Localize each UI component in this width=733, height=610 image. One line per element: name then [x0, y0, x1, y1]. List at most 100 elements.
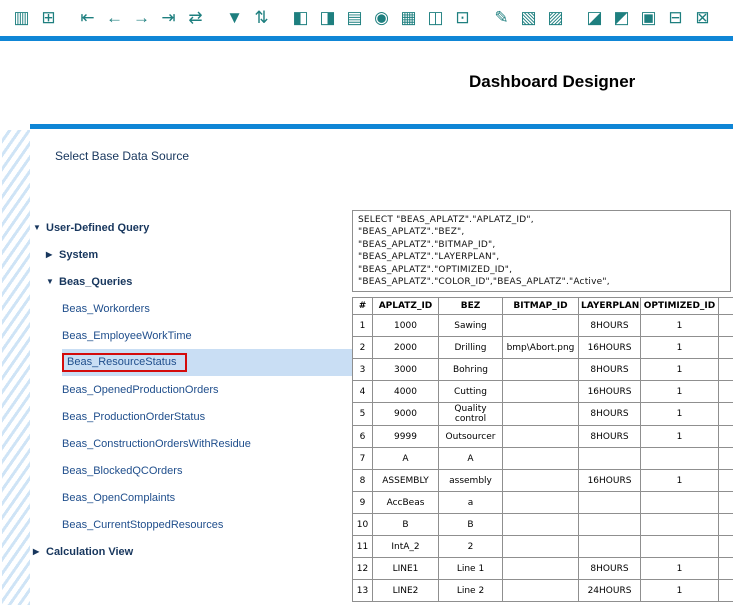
filter-icon[interactable]: ▼: [221, 5, 248, 32]
chevron-right-icon[interactable]: ▶: [33, 547, 46, 556]
first-record-icon[interactable]: ⇤: [74, 5, 101, 32]
tree-item-user-defined-query[interactable]: ▼User-Defined Query: [30, 214, 352, 241]
table-cell: 1: [641, 403, 719, 426]
tree-item-band: Beas_EmployeeWorkTime: [62, 322, 352, 349]
document-history-icon[interactable]: ◪: [581, 5, 608, 32]
table-cell: 8HOURS: [579, 403, 641, 426]
document-contact-icon[interactable]: ◩: [608, 5, 635, 32]
table-cell: Cutting: [439, 381, 503, 403]
table-row: 33000Bohring8HOURS1: [353, 359, 733, 381]
table-cell: 16HOURS: [579, 337, 641, 359]
edit-icon[interactable]: ✎: [488, 5, 515, 32]
tree-item-beas-employeeworktime[interactable]: Beas_EmployeeWorkTime: [30, 322, 352, 349]
org-chart-icon[interactable]: ⊟: [662, 5, 689, 32]
tree-item-beas-currentstoppedresources[interactable]: Beas_CurrentStoppedResources: [30, 511, 352, 538]
layout-icon[interactable]: ▥: [8, 5, 35, 32]
table-row: 59000Quality control8HOURS1: [353, 403, 733, 426]
sql-line: "BEAS_APLATZ"."LAYERPLAN",: [358, 251, 725, 263]
next-record-icon[interactable]: →: [128, 5, 155, 32]
tree-item-beas-openedproductionorders[interactable]: Beas_OpenedProductionOrders: [30, 376, 352, 403]
table-cell: [719, 381, 733, 403]
chevron-down-icon[interactable]: ▼: [33, 223, 46, 232]
data-preview-table: #APLATZ_IDBEZBITMAP_IDLAYERPLANOPTIMIZED…: [352, 297, 733, 610]
preview-grid: #APLATZ_IDBEZBITMAP_IDLAYERPLANOPTIMIZED…: [352, 297, 733, 602]
tree-item-band: Beas_Workorders: [62, 295, 352, 322]
toolbar-group: ✎▧▨: [488, 5, 569, 32]
table-cell: [503, 536, 579, 558]
sql-line: SELECT "BEAS_APLATZ"."APLATZ_ID",: [358, 214, 725, 226]
column-header: CO: [719, 298, 733, 315]
add-record-icon[interactable]: ⊞: [35, 5, 62, 32]
column-header: BITMAP_ID: [503, 298, 579, 315]
tree-item-band: Beas_ProductionOrderStatus: [62, 403, 352, 430]
table-cell: Sawing: [439, 315, 503, 337]
table-cell: 8: [353, 470, 373, 492]
edit-document-icon[interactable]: ▨: [542, 5, 569, 32]
table-cell: [503, 470, 579, 492]
table-cell: [719, 426, 733, 448]
tree-item-beas-resourcestatus[interactable]: Beas_ResourceStatus: [30, 349, 352, 376]
table-cell: 9000: [373, 403, 439, 426]
tree-item-system[interactable]: ▶System: [30, 241, 352, 268]
table-cell: 13: [353, 580, 373, 602]
table-cell: [719, 580, 733, 602]
table-cell: AccBeas: [373, 492, 439, 514]
tree-item-beas-blockedqcorders[interactable]: Beas_BlockedQCOrders: [30, 457, 352, 484]
tree-item-label: System: [59, 249, 98, 261]
chevron-down-icon[interactable]: ▼: [46, 277, 59, 286]
sql-line: "BEAS_APLATZ"."BEZ",: [358, 226, 725, 238]
tree-item-beas-productionorderstatus[interactable]: Beas_ProductionOrderStatus: [30, 403, 352, 430]
linked-org-chart-icon[interactable]: ⊠: [689, 5, 716, 32]
table-cell: bmp\Abort.png: [503, 337, 579, 359]
table-cell: 1: [641, 558, 719, 580]
table-cell: 11: [353, 536, 373, 558]
chevron-right-icon[interactable]: ▶: [46, 250, 59, 259]
last-record-icon[interactable]: ⇥: [155, 5, 182, 32]
sql-preview[interactable]: SELECT "BEAS_APLATZ"."APLATZ_ID","BEAS_A…: [352, 210, 731, 292]
forward-window-icon[interactable]: ◨: [314, 5, 341, 32]
calculator-icon[interactable]: ▣: [635, 5, 662, 32]
column-header: OPTIMIZED_ID: [641, 298, 719, 315]
table-cell: 12: [353, 558, 373, 580]
connection-icon[interactable]: ◉: [368, 5, 395, 32]
refresh-icon[interactable]: ⇄: [182, 5, 209, 32]
sql-line: "BEAS_APLATZ"."OPTIMIZED_ID",: [358, 264, 725, 276]
tree-item-label: Beas_OpenedProductionOrders: [62, 384, 219, 396]
tree-item-beas-queries[interactable]: ▼Beas_Queries: [30, 268, 352, 295]
table-cell: [503, 403, 579, 426]
table-cell: [503, 492, 579, 514]
tree-item-calculation-view[interactable]: ▶Calculation View: [30, 538, 352, 565]
select-datasource-panel: Select Base Data Source ▼User-Defined Qu…: [30, 124, 733, 610]
table-cell: [579, 492, 641, 514]
table-cell: [719, 514, 733, 536]
sort-icon[interactable]: ⇅: [248, 5, 275, 32]
toolbar-group: ▥⊞: [8, 5, 62, 32]
table-cell: 8HOURS: [579, 359, 641, 381]
table-cell: 9: [353, 492, 373, 514]
table-cell: Quality control: [439, 403, 503, 426]
tree-item-band: Beas_OpenComplaints: [62, 484, 352, 511]
table-cell: 7: [353, 448, 373, 470]
table-cell: IntA_2: [373, 536, 439, 558]
table-cell: [503, 580, 579, 602]
preview-icon[interactable]: ⊡: [449, 5, 476, 32]
edit-window-icon[interactable]: ▧: [515, 5, 542, 32]
table-cell: [503, 514, 579, 536]
split-view-icon[interactable]: ◫: [422, 5, 449, 32]
tree-item-beas-constructionorderswithresidue[interactable]: Beas_ConstructionOrdersWithResidue: [30, 430, 352, 457]
table-cell: 16HOURS: [579, 381, 641, 403]
table-row: 12LINE1Line 18HOURS1: [353, 558, 733, 580]
schedule-document-icon[interactable]: ▤: [341, 5, 368, 32]
back-window-icon[interactable]: ◧: [287, 5, 314, 32]
table-cell: Line 1: [439, 558, 503, 580]
previous-record-icon[interactable]: ←: [101, 5, 128, 32]
table-cell: 2000: [373, 337, 439, 359]
table-cell: 6: [353, 426, 373, 448]
sql-line: "BEAS_APLATZ"."BITMAP_ID",: [358, 239, 725, 251]
tree-item-beas-opencomplaints[interactable]: Beas_OpenComplaints: [30, 484, 352, 511]
tree-item-band: Beas_ResourceStatus: [62, 349, 352, 376]
table-cell: [503, 359, 579, 381]
tree-item-beas-workorders[interactable]: Beas_Workorders: [30, 295, 352, 322]
chart-settings-icon[interactable]: ▦: [395, 5, 422, 32]
table-cell: [641, 514, 719, 536]
